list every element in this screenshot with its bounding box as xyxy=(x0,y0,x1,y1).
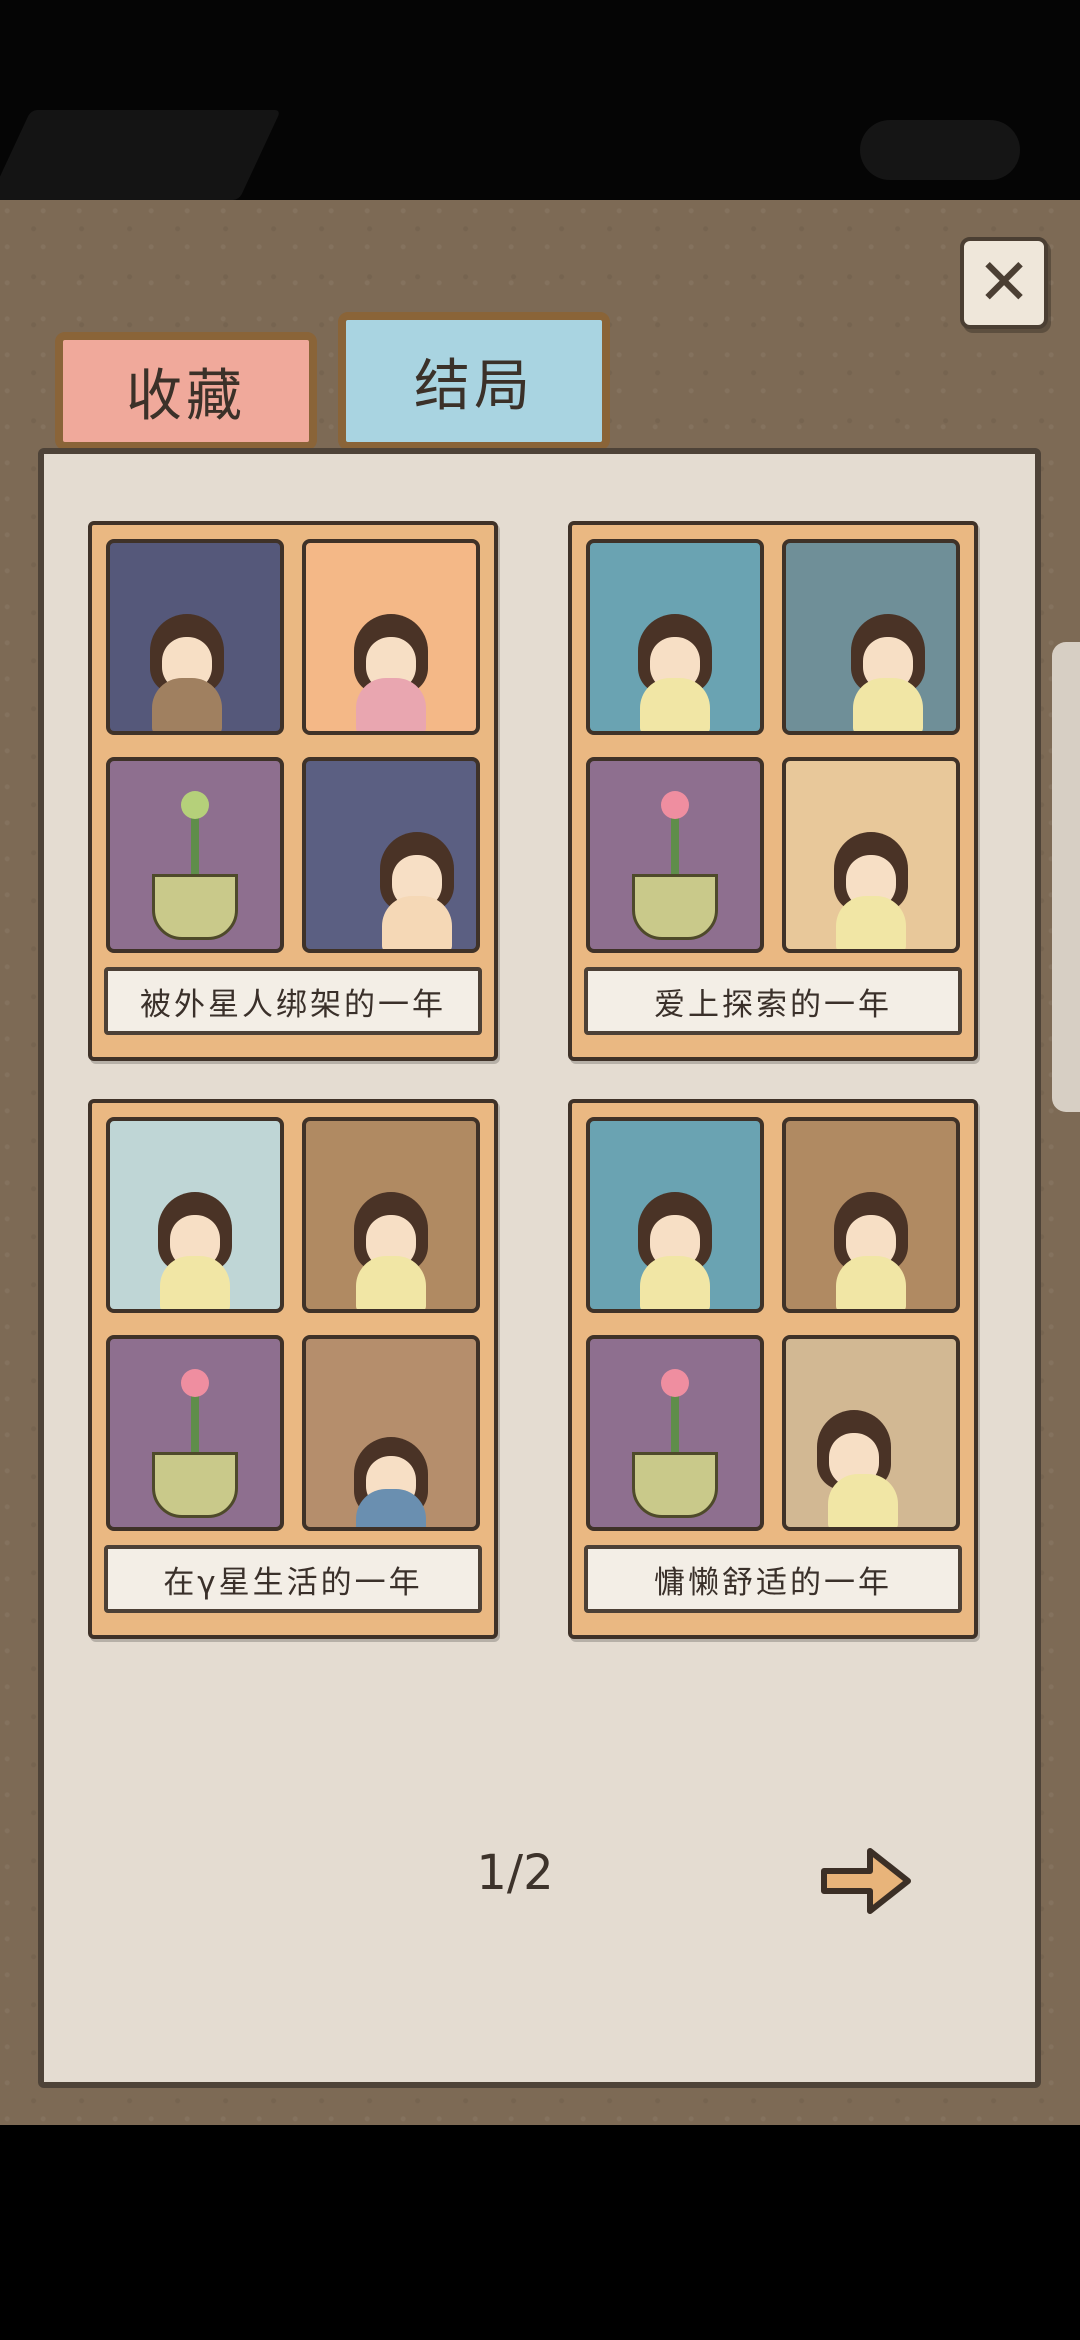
ending-card-3-image-3 xyxy=(106,1335,284,1531)
ending-card-4-image-1 xyxy=(586,1117,764,1313)
gamepad-icon xyxy=(860,120,1020,180)
tab-collection-label: 收藏 xyxy=(126,363,246,429)
ending-card-3-title: 在γ星生活的一年 xyxy=(104,1545,482,1613)
ending-card-3-image-4 xyxy=(302,1335,480,1531)
tab-endings-label: 结局 xyxy=(414,353,534,419)
ending-card-4-image-4 xyxy=(782,1335,960,1531)
scrollbar[interactable] xyxy=(1052,642,1080,1112)
ending-card-2-image-4 xyxy=(782,757,960,953)
ending-card-4[interactable]: 慵懒舒适的一年 xyxy=(568,1099,978,1639)
ending-card-4-image-2 xyxy=(782,1117,960,1313)
tab-collection[interactable]: 收藏 xyxy=(55,332,317,450)
ending-card-2[interactable]: 爱上探索的一年 xyxy=(568,521,978,1061)
close-icon: ✕ xyxy=(977,246,1031,320)
bottom-bar xyxy=(0,2125,1080,2340)
ending-card-1-image-1 xyxy=(106,539,284,735)
background-shape xyxy=(0,110,281,200)
ending-card-1-image-2 xyxy=(302,539,480,735)
close-button[interactable]: ✕ xyxy=(960,237,1048,329)
ending-card-2-image-1 xyxy=(586,539,764,735)
ending-card-1-image-4 xyxy=(302,757,480,953)
top-bar xyxy=(0,0,1080,200)
ending-card-3[interactable]: 在γ星生活的一年 xyxy=(88,1099,498,1639)
ending-card-1-title: 被外星人绑架的一年 xyxy=(104,967,482,1035)
ending-card-1-image-3 xyxy=(106,757,284,953)
next-page-button[interactable] xyxy=(818,1833,914,1929)
ending-card-2-image-3 xyxy=(586,757,764,953)
ending-card-3-image-2 xyxy=(302,1117,480,1313)
ending-card-2-title: 爱上探索的一年 xyxy=(584,967,962,1035)
page-indicator: 1/2 xyxy=(476,1845,554,1901)
ending-card-4-image-3 xyxy=(586,1335,764,1531)
tab-endings[interactable]: 结局 xyxy=(338,312,610,450)
ending-card-3-image-1 xyxy=(106,1117,284,1313)
ending-card-1[interactable]: 被外星人绑架的一年 xyxy=(88,521,498,1061)
arrow-right-icon xyxy=(821,1848,911,1914)
ending-card-2-image-2 xyxy=(782,539,960,735)
ending-card-4-title: 慵懒舒适的一年 xyxy=(584,1545,962,1613)
